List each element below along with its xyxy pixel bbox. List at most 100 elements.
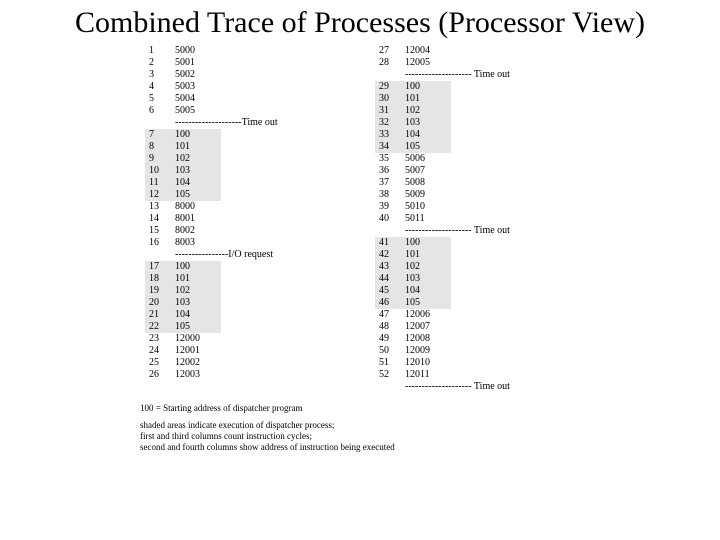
instruction-address: 5006 — [405, 153, 451, 165]
trace-row: 4712006 — [375, 309, 605, 321]
separator-line: ----------------I/O request — [145, 249, 375, 261]
trace-row-dispatcher: 32103 — [375, 117, 605, 129]
trace-row: 385009 — [375, 189, 605, 201]
instruction-address: 12002 — [175, 357, 221, 369]
instruction-address: 101 — [175, 141, 221, 153]
cycle-number: 33 — [375, 129, 405, 141]
trace-row-dispatcher: 34105 — [375, 141, 605, 153]
instruction-address: 101 — [175, 273, 221, 285]
cycle-number: 31 — [375, 105, 405, 117]
instruction-address: 104 — [175, 309, 221, 321]
cycle-number: 8 — [145, 141, 175, 153]
footnote-line: first and third columns count instructio… — [140, 431, 312, 441]
trace-row-dispatcher: 20103 — [145, 297, 375, 309]
trace-row-dispatcher: 31102 — [375, 105, 605, 117]
cycle-number: 11 — [145, 177, 175, 189]
cycle-number: 42 — [375, 249, 405, 261]
cycle-number: 22 — [145, 321, 175, 333]
cycle-number: 13 — [145, 201, 175, 213]
cycle-number: 18 — [145, 273, 175, 285]
trace-row: 5012009 — [375, 345, 605, 357]
trace-row: 55004 — [145, 93, 375, 105]
trace-row-dispatcher: 44103 — [375, 273, 605, 285]
instruction-address: 101 — [405, 249, 451, 261]
trace-row: 158002 — [145, 225, 375, 237]
instruction-address: 12001 — [175, 345, 221, 357]
instruction-address: 12000 — [175, 333, 221, 345]
cycle-number: 25 — [145, 357, 175, 369]
cycle-number: 9 — [145, 153, 175, 165]
trace-row-dispatcher: 9102 — [145, 153, 375, 165]
instruction-address: 12007 — [405, 321, 451, 333]
instruction-address: 5011 — [405, 213, 451, 225]
trace-row: 2512002 — [145, 357, 375, 369]
instruction-address: 12008 — [405, 333, 451, 345]
trace-column-right: 27120042812005-------------------- Time … — [375, 45, 605, 393]
footnote-line: shaded areas indicate execution of dispa… — [140, 420, 334, 430]
instruction-address: 8001 — [175, 213, 221, 225]
trace-column-left: 150002500135002450035500465005----------… — [145, 45, 375, 393]
instruction-address: 5007 — [405, 165, 451, 177]
trace-row-dispatcher: 18101 — [145, 273, 375, 285]
instruction-address: 102 — [405, 261, 451, 273]
cycle-number: 1 — [145, 45, 175, 57]
trace-row-dispatcher: 19102 — [145, 285, 375, 297]
cycle-number: 32 — [375, 117, 405, 129]
instruction-address: 103 — [405, 117, 451, 129]
trace-row: 35002 — [145, 69, 375, 81]
trace-row-dispatcher: 10103 — [145, 165, 375, 177]
cycle-number: 3 — [145, 69, 175, 81]
cycle-number: 44 — [375, 273, 405, 285]
cycle-number: 5 — [145, 93, 175, 105]
trace-row: 2712004 — [375, 45, 605, 57]
trace-row: 45003 — [145, 81, 375, 93]
instruction-address: 104 — [405, 129, 451, 141]
cycle-number: 15 — [145, 225, 175, 237]
trace-row-dispatcher: 43102 — [375, 261, 605, 273]
instruction-address: 5001 — [175, 57, 221, 69]
trace-row: 148001 — [145, 213, 375, 225]
trace-row-dispatcher: 22105 — [145, 321, 375, 333]
cycle-number: 49 — [375, 333, 405, 345]
footnote-caption: shaded areas indicate execution of dispa… — [140, 420, 720, 453]
instruction-address: 5003 — [175, 81, 221, 93]
trace-row: 365007 — [375, 165, 605, 177]
slide-title: Combined Trace of Processes (Processor V… — [0, 0, 720, 45]
cycle-number: 7 — [145, 129, 175, 141]
cycle-number: 10 — [145, 165, 175, 177]
instruction-address: 105 — [405, 141, 451, 153]
instruction-address: 12004 — [405, 45, 451, 57]
trace-row: 4812007 — [375, 321, 605, 333]
cycle-number: 50 — [375, 345, 405, 357]
instruction-address: 12006 — [405, 309, 451, 321]
cycle-number: 20 — [145, 297, 175, 309]
cycle-number: 29 — [375, 81, 405, 93]
cycle-number: 52 — [375, 369, 405, 381]
instruction-address: 100 — [405, 81, 451, 93]
separator-line: -------------------- Time out — [375, 225, 605, 237]
cycle-number: 4 — [145, 81, 175, 93]
trace-row: 355006 — [375, 153, 605, 165]
cycle-number: 37 — [375, 177, 405, 189]
instruction-address: 100 — [175, 261, 221, 273]
trace-row: 2312000 — [145, 333, 375, 345]
instruction-address: 104 — [405, 285, 451, 297]
trace-row: 5212011 — [375, 369, 605, 381]
trace-row-dispatcher: 12105 — [145, 189, 375, 201]
trace-row: 405011 — [375, 213, 605, 225]
cycle-number: 36 — [375, 165, 405, 177]
cycle-number: 16 — [145, 237, 175, 249]
cycle-number: 39 — [375, 201, 405, 213]
trace-row-dispatcher: 45104 — [375, 285, 605, 297]
instruction-address: 100 — [405, 237, 451, 249]
cycle-number: 12 — [145, 189, 175, 201]
trace-row-dispatcher: 46105 — [375, 297, 605, 309]
instruction-address: 12011 — [405, 369, 451, 381]
instruction-address: 105 — [175, 189, 221, 201]
cycle-number: 40 — [375, 213, 405, 225]
trace-row-dispatcher: 17100 — [145, 261, 375, 273]
instruction-address: 103 — [175, 297, 221, 309]
cycle-number: 14 — [145, 213, 175, 225]
cycle-number: 26 — [145, 369, 175, 381]
trace-row: 138000 — [145, 201, 375, 213]
